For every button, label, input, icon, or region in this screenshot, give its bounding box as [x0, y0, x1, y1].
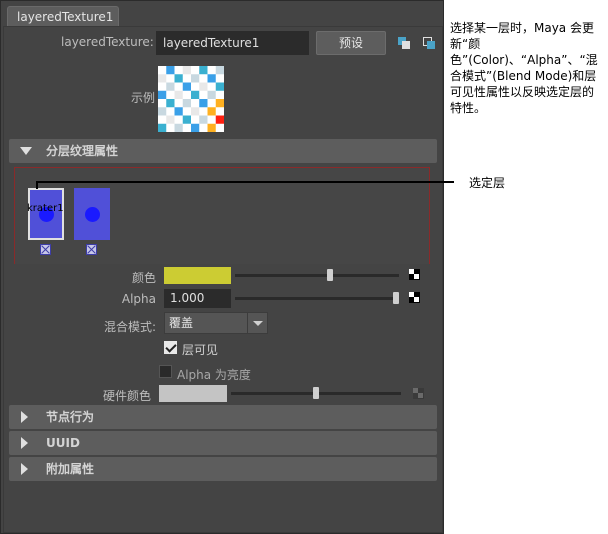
sample-checker-cell	[182, 115, 191, 124]
sample-checker-cell	[174, 123, 183, 132]
callout-line-tick	[36, 181, 38, 189]
preset-button[interactable]: 预设	[316, 31, 386, 55]
sample-checker-cell	[215, 66, 224, 75]
node-name-field[interactable]: layeredTexture1	[156, 31, 309, 55]
hardware-color-swatch[interactable]	[159, 385, 227, 402]
section-layered-texture-attrs[interactable]: 分层纹理属性	[9, 139, 437, 163]
sample-checker-cell	[158, 90, 167, 99]
sample-checker-cell	[191, 123, 200, 132]
sample-checker-cell	[207, 123, 216, 132]
layer-visible-checkbox[interactable]	[164, 341, 177, 354]
annotation-text: 选择某一层时，Maya 会更新“颜色”(Color)、“Alpha”、“混合模式…	[450, 21, 598, 115]
section-title: 分层纹理属性	[46, 144, 119, 158]
chevron-down-icon	[247, 313, 267, 333]
alpha-is-luminance-label: Alpha 为亮度	[177, 368, 251, 382]
alpha-is-luminance-checkbox[interactable]	[159, 365, 172, 378]
alpha-field[interactable]: 1.000	[164, 289, 231, 308]
focus-output-icon[interactable]	[423, 37, 435, 49]
sample-checker-cell	[182, 99, 191, 108]
section-title: 附加属性	[46, 462, 95, 476]
texture-sample-swatch	[158, 66, 224, 132]
selected-layer-callout: 选定层	[469, 176, 506, 190]
layer-visible-label: 层可见	[182, 343, 219, 357]
layer-name-label: krater1	[27, 203, 64, 214]
sample-checker-cell	[158, 123, 167, 132]
section-extra-attributes[interactable]: 附加属性	[9, 457, 437, 481]
color-slider-handle[interactable]	[326, 269, 333, 281]
color-label: 颜色	[131, 271, 156, 285]
map-button-icon[interactable]	[413, 388, 424, 399]
sample-checker-cell	[207, 107, 216, 116]
sample-checker-cell	[199, 66, 208, 75]
tab-layered-texture[interactable]: layeredTexture1	[7, 6, 119, 26]
hardware-color-label: 硬件颜色	[102, 389, 151, 403]
blend-mode-label: 混合模式:	[103, 320, 156, 334]
map-button-icon[interactable]	[409, 269, 420, 280]
expand-arrow-icon	[21, 411, 28, 423]
sample-checker-cell	[174, 90, 183, 99]
sample-checker-cell	[199, 82, 208, 91]
sample-checker-cell	[199, 115, 208, 124]
map-button-icon[interactable]	[409, 292, 420, 303]
sample-checker-cell	[182, 82, 191, 91]
hardware-color-slider-handle[interactable]	[313, 387, 319, 399]
blend-mode-value: 覆盖	[169, 316, 194, 330]
section-uuid[interactable]: UUID	[9, 431, 437, 455]
sample-checker-cell	[166, 82, 175, 91]
sample-label: 示例	[130, 91, 155, 105]
blend-mode-dropdown[interactable]: 覆盖	[164, 312, 268, 334]
sample-checker-cell	[215, 82, 224, 91]
sample-checker-cell	[191, 90, 200, 99]
sample-checker-cell	[207, 90, 216, 99]
sample-checker-cell	[191, 107, 200, 116]
sample-checker-cell	[199, 99, 208, 108]
sample-checker-cell	[215, 115, 224, 124]
section-title: UUID	[46, 436, 80, 450]
sample-checker-cell	[158, 74, 167, 83]
expand-arrow-icon	[21, 463, 28, 475]
section-node-behavior[interactable]: 节点行为	[9, 405, 437, 429]
sample-checker-cell	[174, 74, 183, 83]
section-title: 节点行为	[46, 410, 95, 424]
color-slider-track[interactable]	[235, 274, 399, 277]
sample-checker-cell	[174, 107, 183, 116]
color-swatch[interactable]	[164, 267, 231, 284]
remove-layer-icon[interactable]	[40, 244, 51, 255]
sample-checker-cell	[166, 66, 175, 75]
layer-dot-icon	[85, 207, 100, 222]
sample-checker-cell	[166, 115, 175, 124]
sample-checker-cell	[191, 74, 200, 83]
alpha-label: Alpha	[121, 292, 156, 306]
sample-checker-cell	[182, 66, 191, 75]
collapse-arrow-icon	[20, 147, 32, 155]
sample-checker-cell	[207, 74, 216, 83]
alpha-slider-handle[interactable]	[393, 292, 399, 304]
sample-checker-cell	[166, 99, 175, 108]
alpha-slider-track[interactable]	[235, 297, 399, 300]
remove-layer-icon[interactable]	[86, 244, 97, 255]
callout-line	[36, 181, 454, 183]
sample-checker-cell	[158, 107, 167, 116]
attribute-editor-panel: layeredTexture1 layeredTexture: layeredT…	[0, 0, 444, 534]
focus-input-icon[interactable]	[398, 37, 410, 49]
sample-checker-cell	[215, 99, 224, 108]
node-name-label: layeredTexture:	[61, 35, 154, 49]
expand-arrow-icon	[21, 437, 28, 449]
